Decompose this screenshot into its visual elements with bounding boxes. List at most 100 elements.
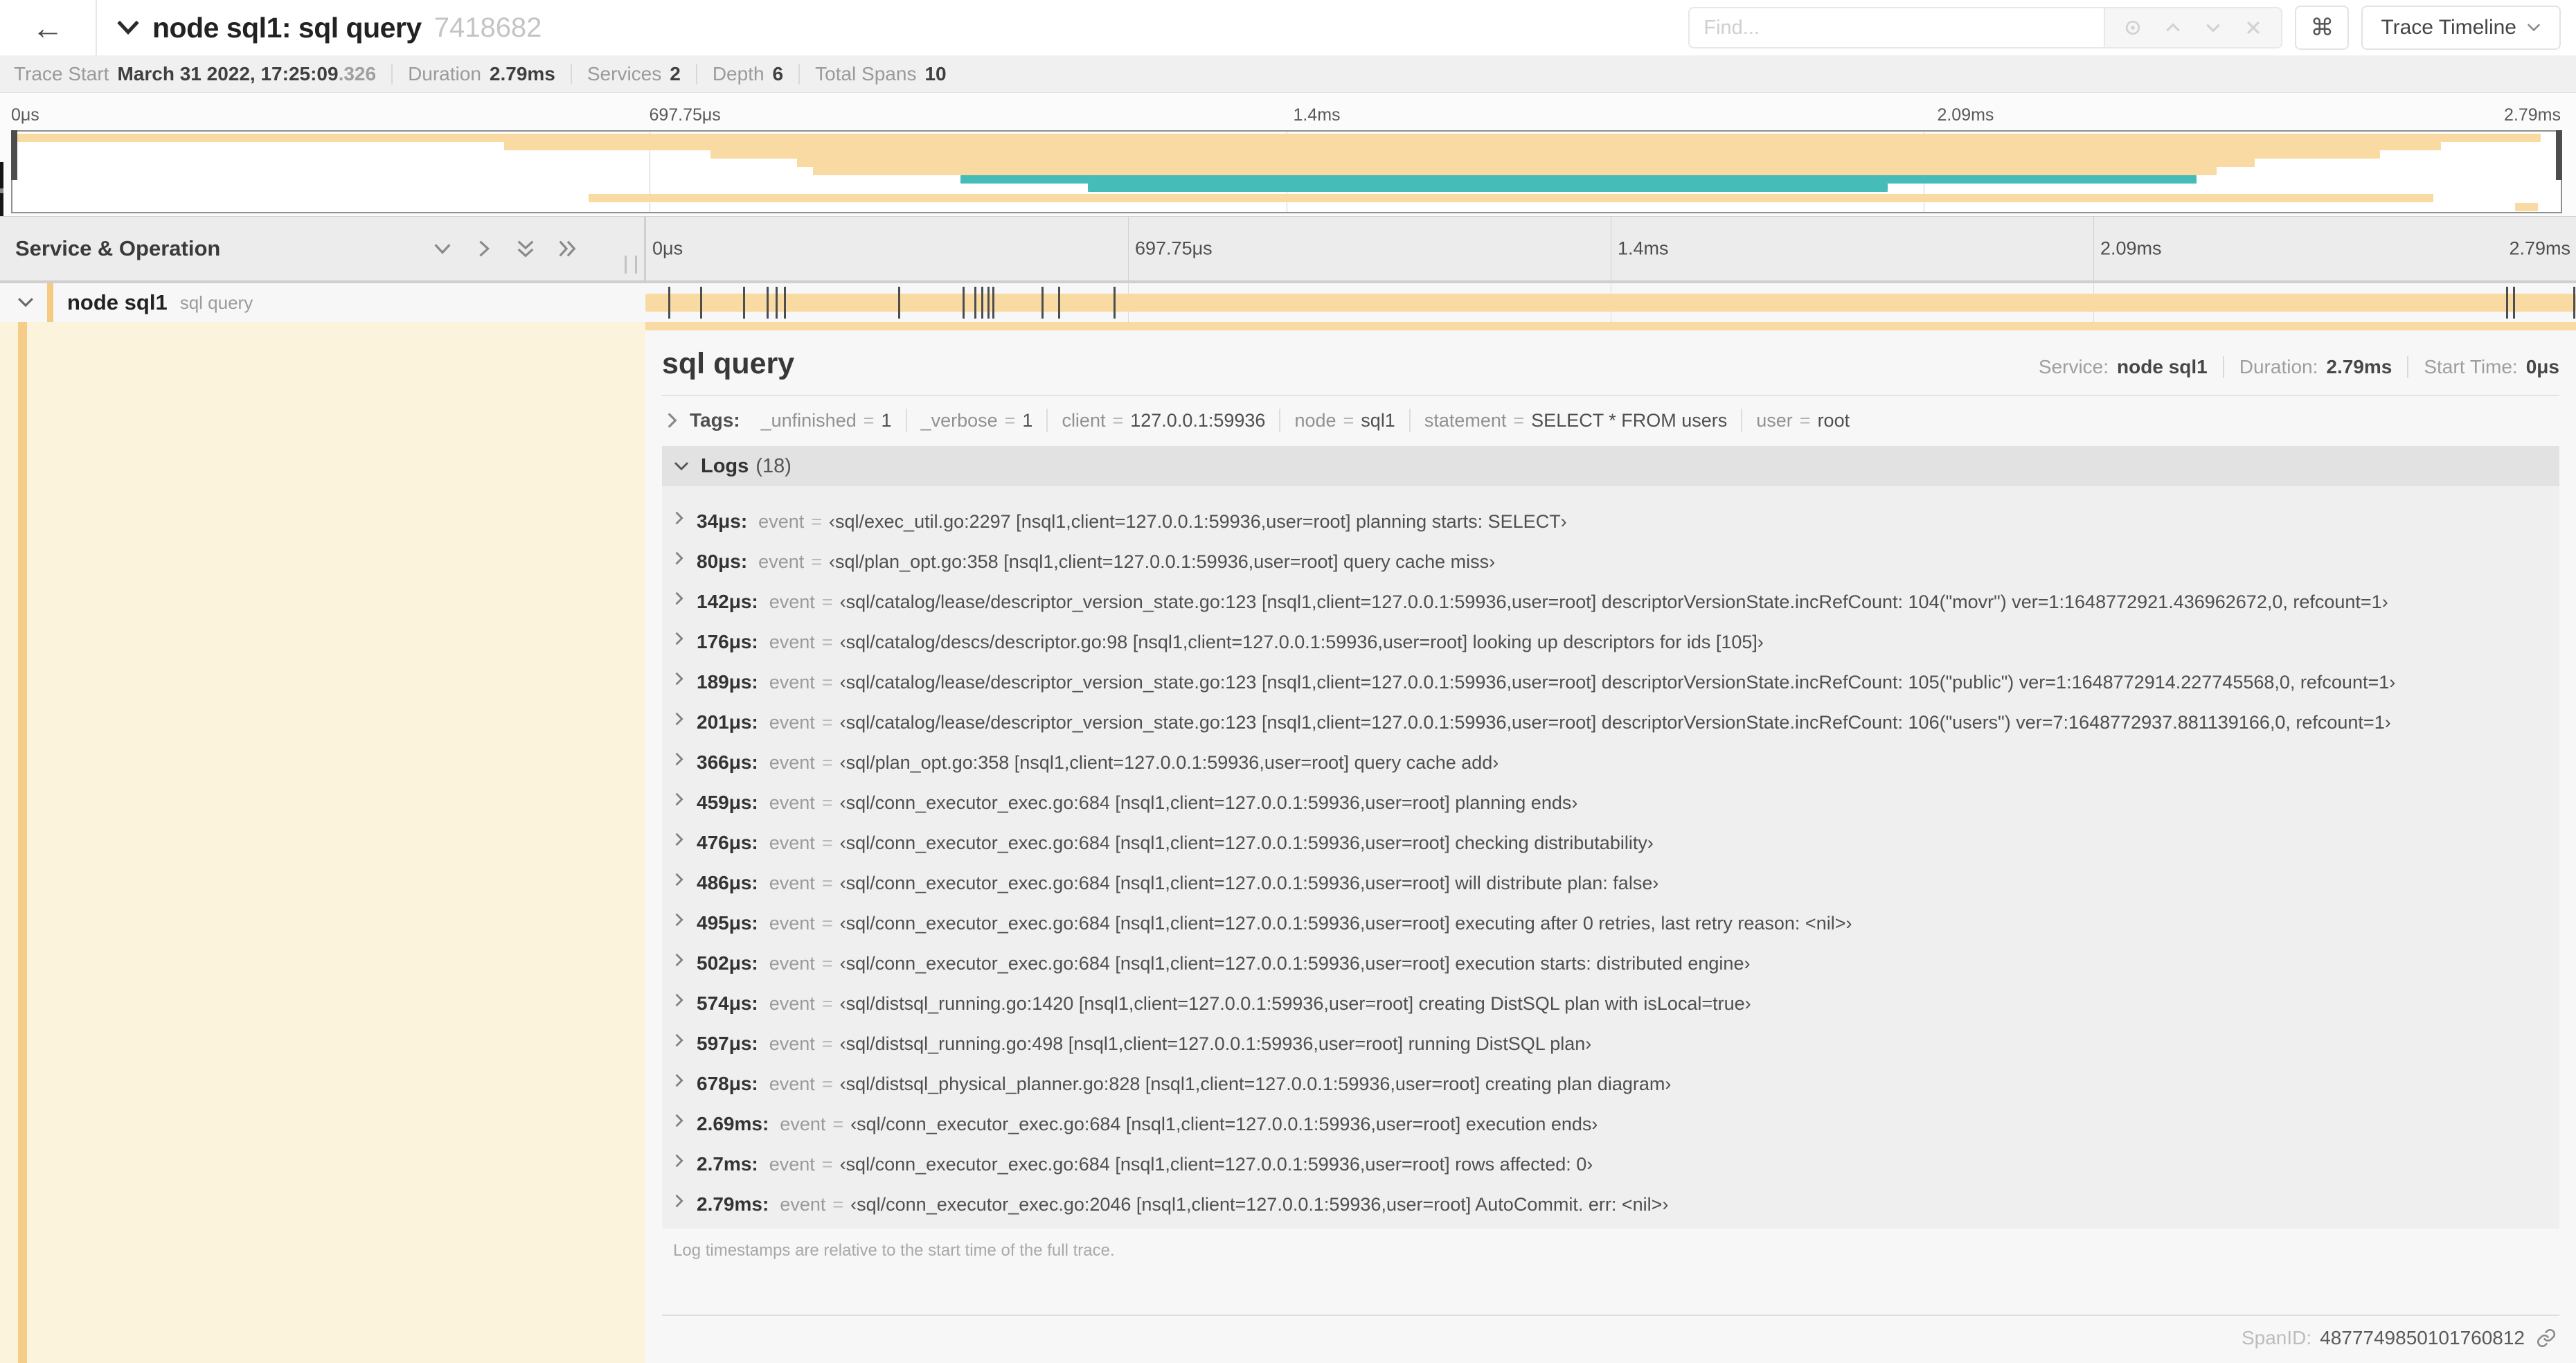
log-entry[interactable]: 2.69ms: event = ‹sql/conn_executor_exec.… <box>673 1104 2559 1144</box>
log-entry[interactable]: 597μs: event = ‹sql/distsql_running.go:4… <box>673 1024 2559 1064</box>
equals-sign: = <box>811 551 823 572</box>
log-marker-tick[interactable] <box>700 287 702 319</box>
chevron-right-icon <box>673 590 686 607</box>
log-marker-tick[interactable] <box>992 287 994 319</box>
log-entry[interactable]: 574μs: event = ‹sql/distsql_running.go:1… <box>673 983 2559 1024</box>
minimap-tick-label: 2.09ms <box>1937 105 1994 125</box>
span-detail-content: sql query Service: node sql1 Duration: 2… <box>645 330 2576 1363</box>
chevron-right-icon <box>673 1032 686 1049</box>
log-field-value: ‹sql/catalog/lease/descriptor_version_st… <box>839 591 2388 612</box>
trace-title-bar[interactable]: node sql1: sql query 7418682 <box>116 12 1688 44</box>
minimap-span-bar <box>797 159 2255 167</box>
tag-key: user <box>1756 409 1793 431</box>
trace-view-dropdown[interactable]: Trace Timeline <box>2361 6 2561 50</box>
log-entry[interactable]: 34μs: event = ‹sql/exec_util.go:2297 [ns… <box>673 501 2559 542</box>
log-marker-tick[interactable] <box>742 287 745 319</box>
log-entry[interactable]: 142μs: event = ‹sql/catalog/lease/descri… <box>673 582 2559 622</box>
trace-info-item: Depth 6 <box>713 62 800 84</box>
equals-sign: = <box>821 953 833 974</box>
log-entry[interactable]: 459μs: event = ‹sql/conn_executor_exec.g… <box>673 783 2559 823</box>
next-match-icon[interactable] <box>2203 18 2223 37</box>
collapse-one-icon[interactable] <box>432 238 453 259</box>
log-entry[interactable]: 2.79ms: event = ‹sql/conn_executor_exec.… <box>673 1184 2559 1224</box>
log-marker-tick[interactable] <box>981 287 983 319</box>
tag-value: 127.0.0.1:59936 <box>1130 409 1266 431</box>
trace-info-value: 6 <box>772 62 784 84</box>
log-entry[interactable]: 2.7ms: event = ‹sql/conn_executor_exec.g… <box>673 1144 2559 1184</box>
span-name-cell[interactable]: node sql1 sql query <box>0 283 645 322</box>
timeline-header-row: Service & Operation 0μs 697.75μs 1.4ms 2… <box>0 216 2576 281</box>
log-field-value: ‹sql/conn_executor_exec.go:684 [nsql1,cl… <box>839 792 1578 813</box>
timeline-ruler: 0μs 697.75μs 1.4ms 2.09ms 2.79ms <box>645 217 2576 280</box>
equals-sign: = <box>821 1033 833 1054</box>
back-button[interactable]: ← <box>0 0 97 55</box>
chevron-right-icon <box>673 831 686 848</box>
log-field-key: event <box>769 873 815 893</box>
minimap-span-bar <box>504 142 2442 150</box>
keyboard-shortcuts-button[interactable]: ⌘ <box>2295 6 2350 50</box>
deep-link-icon[interactable] <box>2536 1328 2557 1348</box>
log-marker-tick[interactable] <box>962 287 965 319</box>
equals-sign: = <box>821 792 833 813</box>
find-input[interactable] <box>1688 7 2104 48</box>
span-row[interactable]: node sql1 sql query <box>0 283 2576 322</box>
log-field-key: event <box>769 712 815 733</box>
log-entry[interactable]: 486μs: event = ‹sql/conn_executor_exec.g… <box>673 863 2559 903</box>
log-field-key: event <box>780 1194 826 1215</box>
log-marker-tick[interactable] <box>1057 287 1060 319</box>
log-marker-tick[interactable] <box>897 287 900 319</box>
prev-match-icon[interactable] <box>2163 18 2183 37</box>
viewport-scrubber-left[interactable] <box>11 130 17 180</box>
clear-search-icon[interactable] <box>2244 18 2263 37</box>
minimap-canvas[interactable] <box>11 130 2562 213</box>
log-field-value: ‹sql/distsql_running.go:498 [nsql1,clien… <box>839 1033 1592 1054</box>
chevron-right-icon <box>673 791 686 808</box>
log-entry[interactable]: 366μs: event = ‹sql/plan_opt.go:358 [nsq… <box>673 742 2559 783</box>
log-marker-tick[interactable] <box>987 287 990 319</box>
log-marker-tick[interactable] <box>783 287 786 319</box>
log-marker-tick[interactable] <box>2506 287 2509 319</box>
span-operation-name: sql query <box>179 292 253 313</box>
span-meta-item: Start Time: 0μs <box>2424 356 2559 378</box>
span-duration-bar[interactable] <box>645 294 2576 312</box>
log-entry[interactable]: 80μs: event = ‹sql/plan_opt.go:358 [nsql… <box>673 542 2559 582</box>
log-entry[interactable]: 502μs: event = ‹sql/conn_executor_exec.g… <box>673 943 2559 983</box>
log-marker-tick[interactable] <box>2573 287 2575 319</box>
log-entry[interactable]: 201μs: event = ‹sql/catalog/lease/descri… <box>673 702 2559 742</box>
trace-minimap[interactable]: 0μs 697.75μs 1.4ms 2.09ms 2.79ms <box>0 93 2576 323</box>
chevron-right-icon <box>673 911 686 928</box>
log-marker-tick[interactable] <box>775 287 778 319</box>
trace-info-label: Services <box>587 62 662 84</box>
logs-section-toggle[interactable]: Logs (18) <box>662 446 2559 486</box>
locate-icon[interactable] <box>2123 18 2143 37</box>
log-entry[interactable]: 189μs: event = ‹sql/catalog/lease/descri… <box>673 662 2559 702</box>
log-marker-tick[interactable] <box>668 287 670 319</box>
minimap-tick-label: 2.79ms <box>2504 105 2561 125</box>
log-entry[interactable]: 678μs: event = ‹sql/distsql_physical_pla… <box>673 1064 2559 1104</box>
log-entry[interactable]: 476μs: event = ‹sql/conn_executor_exec.g… <box>673 823 2559 863</box>
log-marker-tick[interactable] <box>974 287 976 319</box>
expand-all-icon[interactable] <box>557 238 578 259</box>
log-marker-tick[interactable] <box>1113 287 1116 319</box>
collapse-all-icon[interactable] <box>515 238 536 259</box>
log-marker-tick[interactable] <box>766 287 769 319</box>
chevron-right-icon <box>673 711 686 727</box>
log-marker-tick[interactable] <box>1041 287 1044 319</box>
log-field-value: ‹sql/conn_executor_exec.go:684 [nsql1,cl… <box>839 953 1751 974</box>
log-entry[interactable]: 176μs: event = ‹sql/catalog/descs/descri… <box>673 622 2559 662</box>
back-arrow-icon: ← <box>32 10 64 46</box>
tags-label: Tags: <box>690 409 740 431</box>
log-marker-tick[interactable] <box>2512 287 2515 319</box>
chevron-down-icon[interactable] <box>17 296 35 309</box>
page-title: node sql1: sql query <box>152 11 422 44</box>
log-timestamp: 2.69ms: <box>697 1113 769 1134</box>
log-entry[interactable]: 495μs: event = ‹sql/conn_executor_exec.g… <box>673 903 2559 943</box>
chevron-right-icon <box>673 751 686 767</box>
viewport-scrubber-right[interactable] <box>2556 130 2562 180</box>
tag-value: 1 <box>881 409 892 431</box>
tags-section-toggle[interactable]: Tags: _unfinished = 1 _verbose = 1 clien… <box>662 396 2559 442</box>
span-bar-cell[interactable] <box>645 283 2576 322</box>
column-resizer[interactable] <box>625 256 637 274</box>
equals-sign: = <box>821 993 833 1014</box>
expand-one-icon[interactable] <box>474 238 494 259</box>
